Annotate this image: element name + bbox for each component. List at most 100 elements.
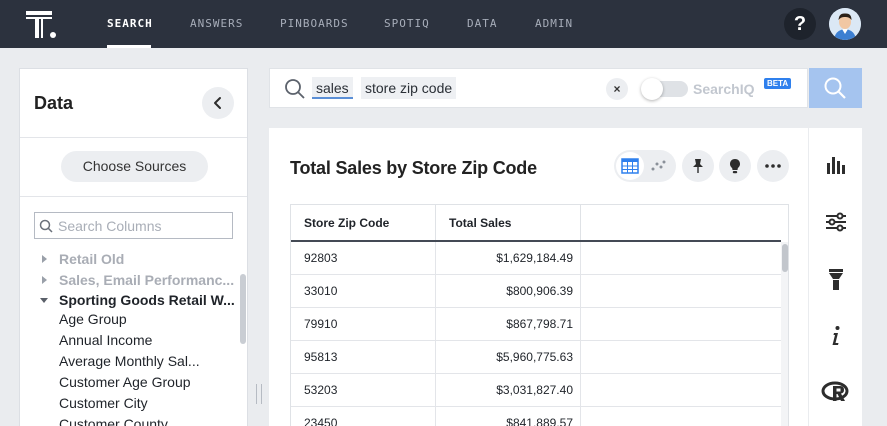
column-item[interactable]: Customer City	[59, 395, 148, 411]
search-icon	[285, 79, 305, 99]
search-token[interactable]: sales	[312, 77, 353, 99]
nav-data[interactable]: DATA	[467, 17, 498, 30]
data-panel: Data Choose Sources Search Columns Retai…	[19, 68, 248, 426]
source-sporting-goods[interactable]: Sporting Goods Retail W...	[59, 292, 235, 308]
change-chart-button[interactable]	[821, 150, 851, 180]
cell-empty	[581, 275, 781, 307]
viz-type-toggle[interactable]	[614, 150, 676, 182]
right-rail	[809, 128, 862, 426]
divider	[20, 137, 247, 138]
cell-empty	[581, 242, 781, 274]
toggle-knob	[641, 78, 663, 100]
search-icon	[824, 77, 846, 99]
table-row[interactable]: 33010 $800,906.39	[291, 275, 781, 308]
table-view-button[interactable]	[616, 152, 644, 180]
cell-empty	[581, 341, 781, 373]
configure-button[interactable]	[821, 207, 851, 237]
info-icon	[832, 326, 840, 345]
table-row[interactable]: 95813 $5,960,775.63	[291, 341, 781, 374]
insights-button[interactable]	[719, 150, 751, 182]
searchiq-toggle[interactable]	[641, 78, 688, 100]
cell-empty	[581, 407, 781, 426]
more-icon	[765, 164, 781, 168]
help-button[interactable]: ?	[784, 8, 816, 40]
cell-sales: $3,031,827.40	[436, 374, 581, 406]
search-token[interactable]: store zip code	[361, 77, 457, 99]
filters-button[interactable]	[821, 264, 851, 294]
cell-sales: $1,629,184.49	[436, 242, 581, 274]
nav-active-indicator	[107, 45, 151, 48]
cell-zip: 79910	[291, 308, 436, 340]
column-item[interactable]: Customer Age Group	[59, 374, 191, 390]
chart-icon[interactable]	[650, 159, 666, 173]
avatar[interactable]	[829, 8, 861, 40]
column-header[interactable]: Total Sales	[436, 205, 581, 242]
search-columns-placeholder: Search Columns	[58, 218, 162, 234]
cell-zip: 95813	[291, 341, 436, 373]
beta-badge: BETA	[764, 78, 792, 89]
more-options-button[interactable]	[757, 150, 789, 182]
table-scrollbar-thumb[interactable]	[782, 244, 788, 272]
top-nav: SEARCH ANSWERS PINBOARDS SPOTIQ DATA ADM…	[0, 0, 887, 48]
cell-zip: 23450	[291, 407, 436, 426]
search-columns-input[interactable]: Search Columns	[34, 212, 233, 239]
cell-sales: $841,889.57	[436, 407, 581, 426]
cell-empty	[581, 308, 781, 340]
cell-zip: 92803	[291, 242, 436, 274]
nav-search[interactable]: SEARCH	[107, 17, 153, 30]
cell-zip: 33010	[291, 275, 436, 307]
pin-icon	[693, 159, 703, 173]
source-sales-email[interactable]: Sales, Email Performanc...	[59, 272, 234, 288]
data-panel-title: Data	[34, 93, 74, 113]
column-item[interactable]: Age Group	[59, 311, 127, 327]
source-retail-old[interactable]: Retail Old	[59, 251, 124, 267]
divider	[20, 196, 247, 197]
table-row[interactable]: 23450 $841,889.57	[291, 407, 781, 426]
answer-card: Total Sales by Store Zip Code Store Zip …	[269, 128, 808, 426]
choose-sources-button[interactable]: Choose Sources	[61, 151, 208, 182]
cell-sales: $867,798.71	[436, 308, 581, 340]
search-icon	[39, 219, 53, 233]
lightbulb-icon	[730, 159, 740, 174]
nav-admin[interactable]: ADMIN	[535, 17, 573, 30]
chevron-left-icon	[214, 97, 221, 109]
answer-title[interactable]: Total Sales by Store Zip Code	[290, 158, 537, 179]
r-analysis-button[interactable]	[821, 378, 851, 408]
bar-chart-icon	[827, 157, 845, 174]
caret-right-icon[interactable]	[42, 255, 47, 263]
nav-answers[interactable]: ANSWERS	[190, 17, 243, 30]
avatar-icon	[829, 8, 861, 40]
search-bar[interactable]: sales store zip code × SearchIQ BETA	[269, 68, 808, 108]
panel-resize-handle[interactable]	[256, 384, 262, 404]
table-row[interactable]: 79910 $867,798.71	[291, 308, 781, 341]
sliders-icon	[826, 212, 846, 232]
nav-pinboards[interactable]: PINBOARDS	[280, 17, 349, 30]
data-panel-scrollbar[interactable]	[240, 274, 246, 344]
caret-down-icon[interactable]	[40, 298, 48, 303]
column-header-empty	[581, 205, 781, 242]
right-margin	[862, 48, 887, 426]
collapse-panel-button[interactable]	[202, 87, 234, 119]
pin-button[interactable]	[682, 150, 714, 182]
search-submit-button[interactable]	[809, 68, 862, 108]
info-button[interactable]	[821, 321, 851, 351]
thoughtspot-logo[interactable]	[26, 9, 60, 39]
cell-sales: $800,906.39	[436, 275, 581, 307]
cell-sales: $5,960,775.63	[436, 341, 581, 373]
results-table: Store Zip Code Total Sales 92803 $1,629,…	[290, 204, 789, 426]
nav-spotiq[interactable]: SPOTIQ	[384, 17, 430, 30]
clear-search-button[interactable]: ×	[606, 78, 628, 100]
flashlight-icon	[829, 269, 843, 290]
searchiq-label: SearchIQ	[693, 81, 755, 97]
caret-right-icon[interactable]	[42, 276, 47, 284]
table-row[interactable]: 53203 $3,031,827.40	[291, 374, 781, 407]
cell-empty	[581, 374, 781, 406]
r-icon	[821, 381, 849, 401]
cell-zip: 53203	[291, 374, 436, 406]
table-scrollbar[interactable]	[781, 242, 788, 426]
column-item[interactable]: Customer County	[59, 416, 168, 426]
column-header[interactable]: Store Zip Code	[291, 205, 436, 242]
column-item[interactable]: Average Monthly Sal...	[59, 353, 200, 369]
column-item[interactable]: Annual Income	[59, 332, 152, 348]
table-row[interactable]: 92803 $1,629,184.49	[291, 242, 781, 275]
